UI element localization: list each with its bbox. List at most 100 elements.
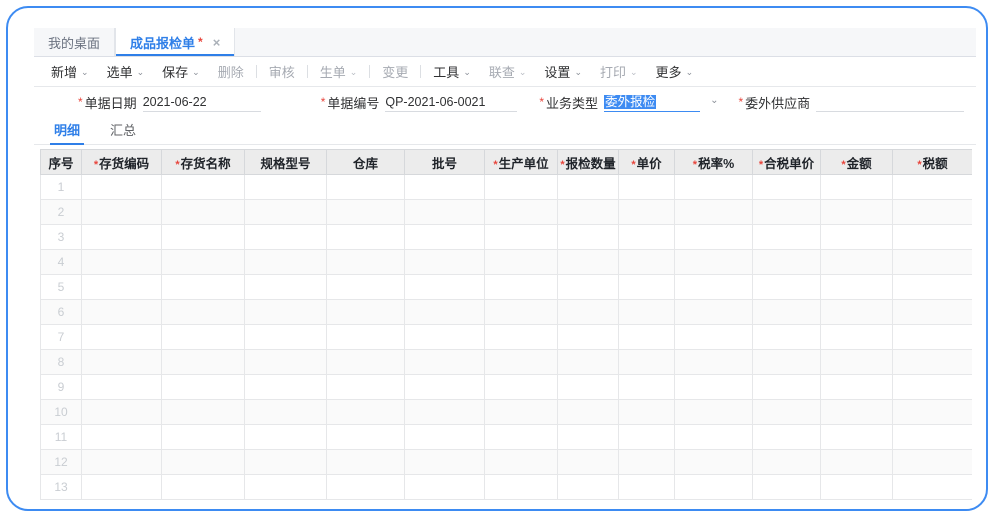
grid-cell[interactable] xyxy=(753,250,821,275)
table-row[interactable]: 9 xyxy=(41,375,973,400)
grid-cell[interactable] xyxy=(893,450,973,475)
grid-cell[interactable] xyxy=(821,425,893,450)
grid-cell[interactable] xyxy=(753,400,821,425)
grid-cell[interactable] xyxy=(82,225,162,250)
grid-cell[interactable] xyxy=(675,175,753,200)
grid-cell[interactable] xyxy=(82,350,162,375)
grid-cell[interactable] xyxy=(558,350,619,375)
grid-cell[interactable] xyxy=(327,275,405,300)
grid-cell[interactable] xyxy=(893,250,973,275)
grid-cell[interactable] xyxy=(405,225,485,250)
table-row[interactable]: 4 xyxy=(41,250,973,275)
grid-cell[interactable] xyxy=(245,400,327,425)
toolbar-item-7[interactable]: 工具⌄ xyxy=(424,57,480,86)
table-row[interactable]: 10 xyxy=(41,400,973,425)
grid-cell[interactable] xyxy=(405,400,485,425)
grid-cell[interactable] xyxy=(245,425,327,450)
grid-cell[interactable] xyxy=(245,375,327,400)
grid-cell[interactable] xyxy=(82,175,162,200)
table-row[interactable]: 6 xyxy=(41,300,973,325)
grid-cell[interactable] xyxy=(327,475,405,500)
grid-cell[interactable] xyxy=(893,300,973,325)
grid-column-header[interactable]: 仓库 xyxy=(327,150,405,175)
row-number-cell[interactable]: 7 xyxy=(41,325,82,350)
close-icon[interactable]: × xyxy=(213,36,221,49)
grid-cell[interactable] xyxy=(753,375,821,400)
grid-cell[interactable] xyxy=(327,325,405,350)
grid-cell[interactable] xyxy=(485,250,558,275)
grid-cell[interactable] xyxy=(405,300,485,325)
toolbar-item-10[interactable]: 打印⌄ xyxy=(591,57,647,86)
row-number-cell[interactable]: 2 xyxy=(41,200,82,225)
grid-cell[interactable] xyxy=(82,200,162,225)
grid-cell[interactable] xyxy=(558,400,619,425)
grid-column-header[interactable]: 规格型号 xyxy=(245,150,327,175)
grid-cell[interactable] xyxy=(162,175,245,200)
grid-cell[interactable] xyxy=(327,225,405,250)
grid-cell[interactable] xyxy=(245,475,327,500)
grid-cell[interactable] xyxy=(82,325,162,350)
grid-cell[interactable] xyxy=(82,475,162,500)
grid-cell[interactable] xyxy=(405,375,485,400)
grid-cell[interactable] xyxy=(893,225,973,250)
grid-cell[interactable] xyxy=(753,175,821,200)
grid-cell[interactable] xyxy=(405,475,485,500)
grid-column-header[interactable]: *金额 xyxy=(821,150,893,175)
grid-cell[interactable] xyxy=(675,350,753,375)
grid-cell[interactable] xyxy=(405,350,485,375)
table-row[interactable]: 3 xyxy=(41,225,973,250)
grid-cell[interactable] xyxy=(821,175,893,200)
grid-cell[interactable] xyxy=(558,425,619,450)
grid-cell[interactable] xyxy=(405,175,485,200)
toolbar-item-9[interactable]: 设置⌄ xyxy=(535,57,591,86)
grid-column-header[interactable]: 批号 xyxy=(405,150,485,175)
grid-cell[interactable] xyxy=(675,300,753,325)
grid-cell[interactable] xyxy=(558,450,619,475)
grid-cell[interactable] xyxy=(558,175,619,200)
row-number-cell[interactable]: 1 xyxy=(41,175,82,200)
grid-cell[interactable] xyxy=(162,300,245,325)
grid-cell[interactable] xyxy=(675,325,753,350)
toolbar-item-5[interactable]: 生单⌄ xyxy=(311,57,367,86)
grid-cell[interactable] xyxy=(245,175,327,200)
grid-column-header[interactable]: *存货编码 xyxy=(82,150,162,175)
grid-cell[interactable] xyxy=(327,425,405,450)
grid-cell[interactable] xyxy=(753,350,821,375)
grid-cell[interactable] xyxy=(821,250,893,275)
toolbar-item-8[interactable]: 联查⌄ xyxy=(480,57,536,86)
grid-cell[interactable] xyxy=(162,275,245,300)
grid-cell[interactable] xyxy=(162,475,245,500)
grid-cell[interactable] xyxy=(619,400,675,425)
grid-cell[interactable] xyxy=(619,175,675,200)
row-number-cell[interactable]: 13 xyxy=(41,475,82,500)
grid-cell[interactable] xyxy=(82,400,162,425)
grid-cell[interactable] xyxy=(82,300,162,325)
toolbar-item-1[interactable]: 选单⌄ xyxy=(98,57,154,86)
grid-cell[interactable] xyxy=(327,200,405,225)
grid-cell[interactable] xyxy=(821,350,893,375)
grid-cell[interactable] xyxy=(619,275,675,300)
grid-cell[interactable] xyxy=(162,325,245,350)
grid-column-header[interactable]: *单价 xyxy=(619,150,675,175)
grid-cell[interactable] xyxy=(619,450,675,475)
grid-cell[interactable] xyxy=(485,425,558,450)
grid-cell[interactable] xyxy=(558,300,619,325)
grid-cell[interactable] xyxy=(558,375,619,400)
grid-cell[interactable] xyxy=(405,275,485,300)
grid-column-header[interactable]: *合税单价 xyxy=(753,150,821,175)
grid-cell[interactable] xyxy=(821,475,893,500)
grid-cell[interactable] xyxy=(753,225,821,250)
grid-cell[interactable] xyxy=(485,450,558,475)
detail-tab-0[interactable]: 明细 xyxy=(44,120,90,144)
grid-cell[interactable] xyxy=(245,300,327,325)
grid-cell[interactable] xyxy=(245,450,327,475)
grid-cell[interactable] xyxy=(821,325,893,350)
grid-cell[interactable] xyxy=(327,175,405,200)
grid-cell[interactable] xyxy=(82,375,162,400)
grid-cell[interactable] xyxy=(619,200,675,225)
grid-cell[interactable] xyxy=(558,325,619,350)
grid-cell[interactable] xyxy=(821,300,893,325)
grid-column-header[interactable]: *报检数量 xyxy=(558,150,619,175)
grid-cell[interactable] xyxy=(558,200,619,225)
grid-cell[interactable] xyxy=(558,275,619,300)
